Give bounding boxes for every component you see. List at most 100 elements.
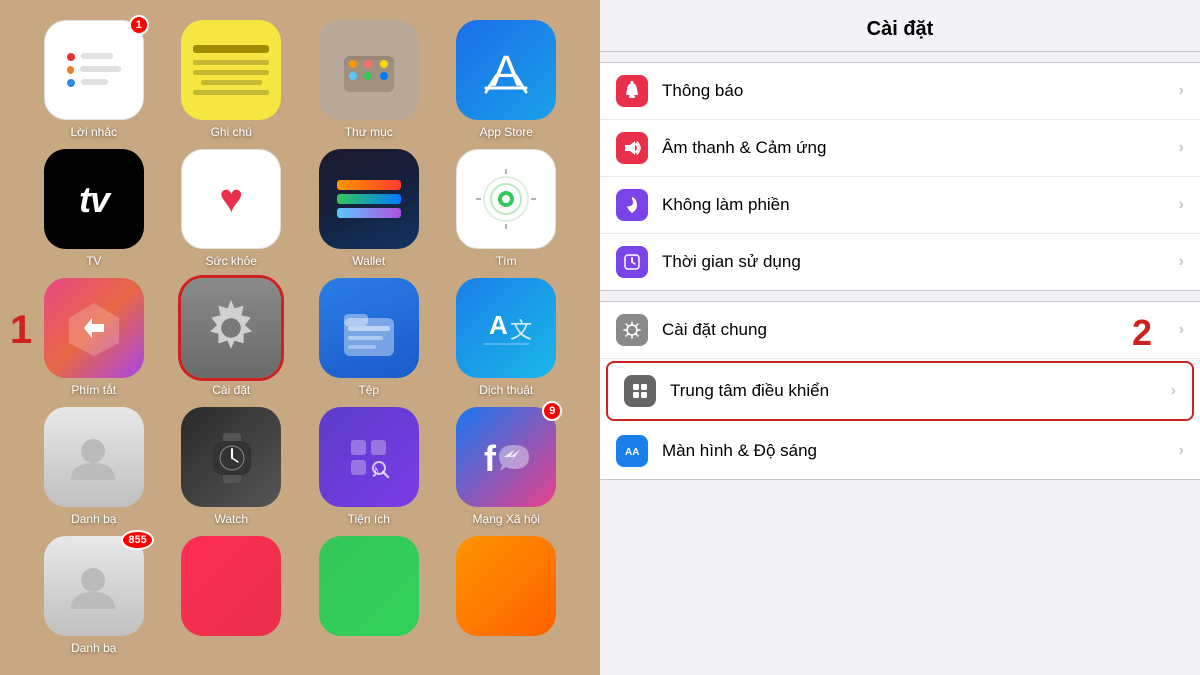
svg-text:A: A bbox=[489, 310, 508, 340]
partial-icon-1 bbox=[181, 536, 281, 636]
app-row-2: tv TV ♥ Sức khỏe Wallet bbox=[30, 149, 570, 268]
contacts-label: Danh bạ bbox=[71, 512, 116, 526]
app-watch[interactable]: Watch bbox=[168, 407, 296, 526]
watch-label: Watch bbox=[214, 512, 248, 526]
folder-icon bbox=[319, 20, 419, 120]
app-tv[interactable]: tv TV bbox=[30, 149, 158, 268]
settings-page-title: Cài đặt bbox=[620, 18, 1180, 41]
svg-text:AA: AA bbox=[625, 447, 639, 458]
app-row-1: 1 Lời nhắc Ghi chú bbox=[30, 20, 570, 139]
app-row-3-container: Phím tắt Cài đặt bbox=[30, 278, 570, 397]
tv-label: TV bbox=[86, 254, 101, 268]
partial-icon-3 bbox=[456, 536, 556, 636]
reminders-badge: 1 bbox=[129, 15, 149, 35]
social-label: Mạng Xã hội bbox=[473, 512, 540, 526]
appstore-label: App Store bbox=[480, 125, 533, 139]
app-row-5: 855 Danh bạ bbox=[30, 536, 570, 655]
display-icon: AA bbox=[616, 435, 648, 467]
reminders-label: Lời nhắc bbox=[70, 125, 117, 139]
settings-row-display[interactable]: AA Màn hình & Độ sáng › bbox=[600, 423, 1200, 479]
translate-icon: A 文 bbox=[456, 278, 556, 378]
settings-row-control-center[interactable]: Trung tâm điều khiển › bbox=[606, 361, 1194, 421]
utilities-label: Tiện ích bbox=[348, 512, 390, 526]
app-row-3: Phím tắt Cài đặt bbox=[30, 278, 570, 397]
dnd-chevron: › bbox=[1179, 196, 1184, 214]
app-social[interactable]: 9 f Mạng Xã hội bbox=[443, 407, 571, 526]
settings-row-sounds[interactable]: Âm thanh & Cảm ứng › bbox=[600, 120, 1200, 177]
appstore-icon: A bbox=[456, 20, 556, 120]
notes-label: Ghi chú bbox=[211, 125, 252, 139]
dnd-label: Không làm phiền bbox=[662, 195, 1179, 215]
contacts-icon bbox=[44, 407, 144, 507]
notifications-icon bbox=[616, 75, 648, 107]
wallet-icon bbox=[319, 149, 419, 249]
partial-icon-2 bbox=[319, 536, 419, 636]
settings-icon bbox=[181, 278, 281, 378]
findmy-icon bbox=[456, 149, 556, 249]
app-shortcuts[interactable]: Phím tắt bbox=[30, 278, 158, 397]
app-files[interactable]: Tệp bbox=[305, 278, 433, 397]
control-center-chevron: › bbox=[1171, 382, 1176, 400]
svg-text:文: 文 bbox=[510, 318, 532, 343]
app-wallet[interactable]: Wallet bbox=[305, 149, 433, 268]
settings-row-screentime[interactable]: Thời gian sử dụng › bbox=[600, 234, 1200, 290]
display-label: Màn hình & Độ sáng bbox=[662, 441, 1179, 461]
app-reminders[interactable]: 1 Lời nhắc bbox=[30, 20, 158, 139]
app-partial-1[interactable] bbox=[168, 536, 296, 655]
screentime-icon bbox=[616, 246, 648, 278]
app-partial-3[interactable] bbox=[443, 536, 571, 655]
wallet-label: Wallet bbox=[352, 254, 385, 268]
general-chevron: › bbox=[1179, 321, 1184, 339]
notes-icon bbox=[181, 20, 281, 120]
control-center-icon bbox=[624, 375, 656, 407]
phone-badge: 855 bbox=[121, 530, 153, 550]
app-settings[interactable]: Cài đặt bbox=[168, 278, 296, 397]
screentime-label: Thời gian sử dụng bbox=[662, 252, 1179, 272]
svg-text:tv: tv bbox=[79, 179, 112, 220]
settings-row-dnd[interactable]: Không làm phiền › bbox=[600, 177, 1200, 234]
notifications-label: Thông báo bbox=[662, 81, 1179, 101]
app-phone-contacts[interactable]: 855 Danh bạ bbox=[30, 536, 158, 655]
phone-contacts-label: Danh bạ bbox=[71, 641, 116, 655]
app-contacts[interactable]: Danh bạ bbox=[30, 407, 158, 526]
shortcuts-icon bbox=[44, 278, 144, 378]
display-chevron: › bbox=[1179, 442, 1184, 460]
app-translate[interactable]: A 文 Dịch thuật bbox=[443, 278, 571, 397]
settings-row-general[interactable]: Cài đặt chung › bbox=[600, 302, 1200, 359]
settings-label: Cài đặt bbox=[212, 383, 250, 397]
settings-row-notifications[interactable]: Thông báo › bbox=[600, 63, 1200, 120]
general-icon bbox=[616, 314, 648, 346]
settings-section-2: Cài đặt chung › 2 Trung tâm điều khiển › bbox=[600, 301, 1200, 480]
step-2-label: 2 bbox=[1132, 312, 1152, 354]
reminders-icon: 1 bbox=[44, 20, 144, 120]
settings-screen: Cài đặt Thông báo › bbox=[600, 0, 1200, 675]
screentime-chevron: › bbox=[1179, 253, 1184, 271]
step-1-label: 1 bbox=[10, 308, 32, 353]
shortcuts-label: Phím tắt bbox=[71, 383, 116, 397]
sounds-chevron: › bbox=[1179, 139, 1184, 157]
utilities-icon: ♪ bbox=[319, 407, 419, 507]
phone-contacts-icon: 855 bbox=[44, 536, 144, 636]
home-screen: 1 Lời nhắc Ghi chú bbox=[0, 0, 600, 675]
sounds-label: Âm thanh & Cảm ứng bbox=[662, 138, 1179, 158]
notifications-chevron: › bbox=[1179, 82, 1184, 100]
files-label: Tệp bbox=[358, 383, 379, 397]
translate-label: Dịch thuật bbox=[479, 383, 533, 397]
general-label: Cài đặt chung bbox=[662, 320, 1179, 340]
health-icon: ♥ bbox=[181, 149, 281, 249]
app-folder[interactable]: Thư mục bbox=[305, 20, 433, 139]
settings-section-1: Thông báo › Âm thanh & Cảm ứng › bbox=[600, 62, 1200, 291]
dnd-icon bbox=[616, 189, 648, 221]
social-badge: 9 bbox=[542, 401, 562, 421]
control-center-label: Trung tâm điều khiển bbox=[670, 381, 1171, 401]
files-icon bbox=[319, 278, 419, 378]
health-label: Sức khỏe bbox=[206, 254, 257, 268]
app-appstore[interactable]: A App Store bbox=[443, 20, 571, 139]
app-health[interactable]: ♥ Sức khỏe bbox=[168, 149, 296, 268]
app-partial-2[interactable] bbox=[305, 536, 433, 655]
settings-title-bar: Cài đặt bbox=[600, 0, 1200, 52]
app-notes[interactable]: Ghi chú bbox=[168, 20, 296, 139]
app-findmy[interactable]: Tìm bbox=[443, 149, 571, 268]
app-utilities[interactable]: ♪ Tiện ích bbox=[305, 407, 433, 526]
social-icon: 9 f bbox=[456, 407, 556, 507]
